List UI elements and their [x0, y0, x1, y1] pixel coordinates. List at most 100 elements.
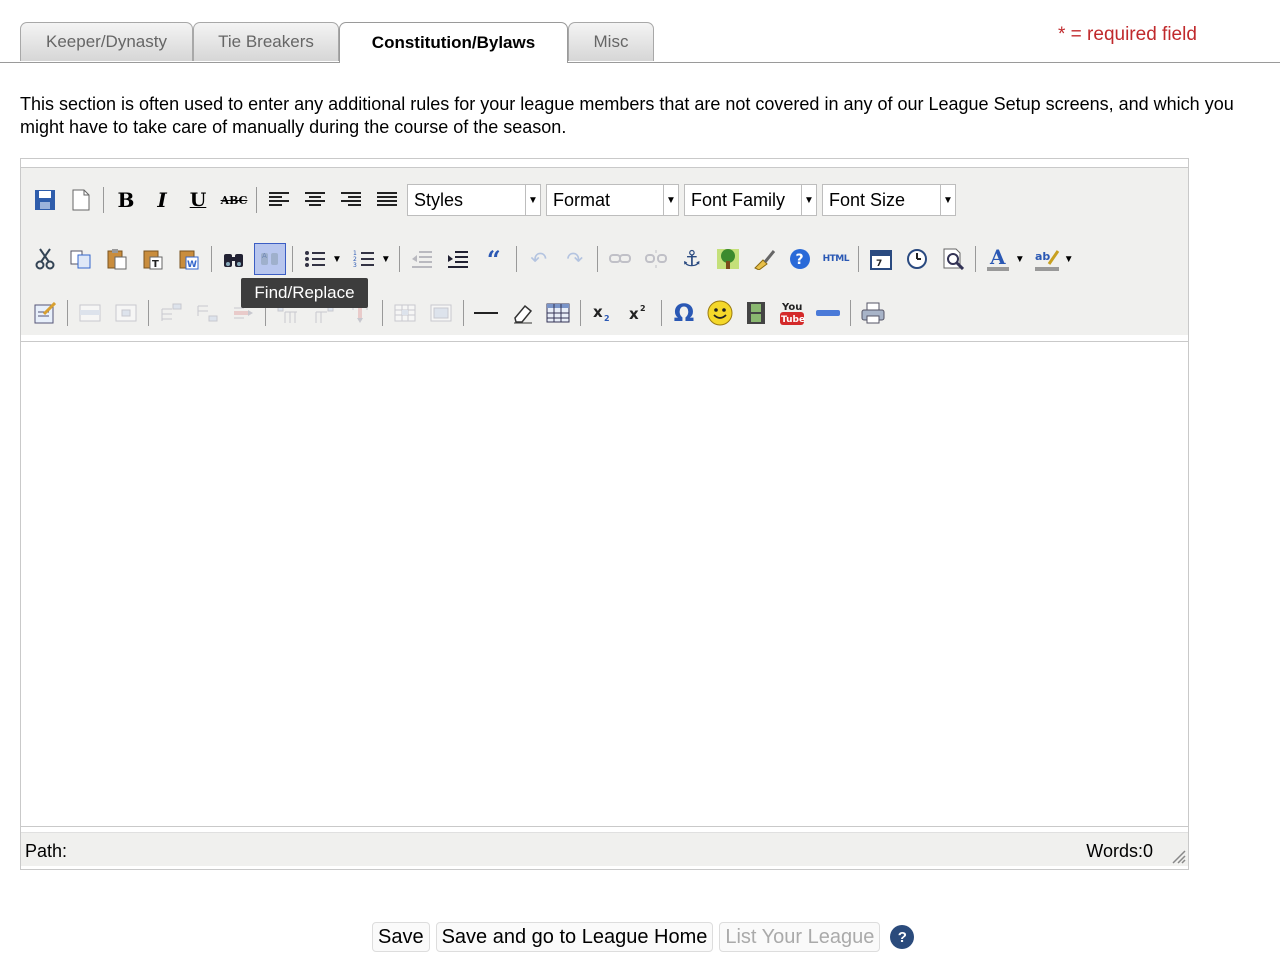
image-icon[interactable] — [712, 243, 744, 275]
tab-misc[interactable]: Misc — [568, 22, 654, 61]
chevron-down-icon[interactable]: ▼ — [332, 254, 342, 265]
align-left-icon[interactable] — [263, 184, 295, 216]
horizontal-rule-icon[interactable] — [470, 297, 502, 329]
toolbar-separator — [256, 187, 257, 213]
chevron-down-icon[interactable]: ▼ — [1015, 254, 1025, 265]
media-film-icon[interactable] — [740, 297, 772, 329]
font-size-select-label: Font Size — [829, 189, 906, 210]
editor-statusbar: Path: Words:0 — [21, 832, 1188, 866]
list-your-league-button[interactable]: List Your League — [719, 922, 881, 952]
find-replace-tooltip: Find/Replace — [241, 278, 368, 308]
tab-tie-breakers[interactable]: Tie Breakers — [193, 22, 339, 61]
chevron-down-icon: ▼ — [940, 185, 955, 215]
strikethrough-icon[interactable]: ABC — [218, 184, 250, 216]
font-family-select-label: Font Family — [691, 189, 786, 210]
chevron-down-icon: ▼ — [801, 185, 816, 215]
numbered-list-icon[interactable]: 123 — [348, 243, 380, 275]
underline-icon[interactable]: U — [182, 184, 214, 216]
preview-icon[interactable] — [937, 243, 969, 275]
svg-text:A: A — [262, 252, 267, 260]
help-icon[interactable]: ? — [890, 925, 915, 949]
insert-time-icon[interactable] — [901, 243, 933, 275]
required-field-note: * = required field — [1058, 24, 1197, 45]
align-right-icon[interactable] — [335, 184, 367, 216]
editor-content-area[interactable] — [21, 341, 1188, 827]
table-row-props-icon[interactable] — [74, 297, 106, 329]
cleanup-brush-icon[interactable] — [748, 243, 780, 275]
emoticon-icon[interactable] — [704, 297, 736, 329]
paste-icon[interactable] — [101, 243, 133, 275]
save-icon[interactable] — [29, 184, 61, 216]
rich-text-editor: B I U ABC Styles ▼ Format ▼ Font Family … — [20, 158, 1189, 870]
redo-icon[interactable]: ↷ — [559, 243, 591, 275]
toolbar-separator — [580, 300, 581, 326]
tab-constitution-bylaws[interactable]: Constitution/Bylaws — [339, 22, 568, 63]
bold-icon[interactable]: B — [110, 184, 142, 216]
paste-word-icon[interactable]: W — [173, 243, 205, 275]
page-break-icon[interactable] — [812, 297, 844, 329]
cut-icon[interactable] — [29, 243, 61, 275]
svg-text:2: 2 — [640, 304, 646, 313]
toolbar-separator — [67, 300, 68, 326]
merge-cells-icon[interactable] — [425, 297, 457, 329]
svg-text:3: 3 — [353, 262, 357, 268]
toolbar-separator — [382, 300, 383, 326]
svg-text:2: 2 — [604, 314, 610, 323]
link-icon[interactable] — [604, 243, 636, 275]
insert-row-before-icon[interactable] — [155, 297, 187, 329]
italic-icon[interactable]: I — [146, 184, 178, 216]
toolbar-separator — [211, 246, 212, 272]
table-cell-props-icon[interactable] — [110, 297, 142, 329]
chevron-down-icon[interactable]: ▼ — [381, 254, 391, 265]
chevron-down-icon: ▼ — [663, 185, 678, 215]
blockquote-icon[interactable]: “ — [478, 243, 510, 275]
copy-icon[interactable] — [65, 243, 97, 275]
superscript-icon[interactable]: x2 — [623, 297, 655, 329]
bullet-list-icon[interactable] — [299, 243, 331, 275]
paste-text-icon[interactable]: T — [137, 243, 169, 275]
tab-keeper-dynasty[interactable]: Keeper/Dynasty — [20, 22, 193, 61]
edit-form-icon[interactable] — [29, 297, 61, 329]
align-justify-icon[interactable] — [371, 184, 403, 216]
new-document-icon[interactable] — [65, 184, 97, 216]
styles-select-label: Styles — [414, 189, 464, 210]
special-character-icon[interactable]: Ω — [668, 297, 700, 329]
editor-toolbar: B I U ABC Styles ▼ Format ▼ Font Family … — [21, 167, 1188, 335]
format-select[interactable]: Format ▼ — [546, 184, 679, 216]
print-icon[interactable] — [857, 297, 889, 329]
unlink-icon[interactable] — [640, 243, 672, 275]
chevron-down-icon[interactable]: ▼ — [1064, 254, 1074, 265]
subscript-icon[interactable]: x2 — [587, 297, 619, 329]
path-label: Path: — [25, 841, 68, 861]
indent-icon[interactable] — [442, 243, 474, 275]
toolbar-separator — [661, 300, 662, 326]
split-cells-icon[interactable] — [389, 297, 421, 329]
align-center-icon[interactable] — [299, 184, 331, 216]
font-size-select[interactable]: Font Size ▼ — [822, 184, 956, 216]
eraser-icon[interactable] — [506, 297, 538, 329]
text-color-icon[interactable]: A — [982, 243, 1014, 275]
toolbar-separator — [398, 246, 400, 272]
svg-text:A: A — [989, 246, 1006, 269]
save-button[interactable]: Save — [372, 922, 430, 952]
styles-select[interactable]: Styles ▼ — [407, 184, 541, 216]
insert-table-icon[interactable] — [542, 297, 574, 329]
find-icon[interactable] — [218, 243, 250, 275]
toolbar-separator — [103, 187, 104, 213]
html-source-icon[interactable]: HTML — [820, 243, 852, 275]
undo-icon[interactable]: ↶ — [523, 243, 555, 275]
toolbar-separator — [596, 246, 598, 272]
highlight-color-icon[interactable]: ab — [1031, 243, 1063, 275]
save-go-home-button[interactable]: Save and go to League Home — [435, 922, 714, 952]
insert-date-icon[interactable]: 7 — [865, 243, 897, 275]
resize-handle-icon[interactable] — [1170, 848, 1186, 864]
font-family-select[interactable]: Font Family ▼ — [684, 184, 817, 216]
anchor-icon[interactable]: ⚓ — [676, 243, 708, 275]
youtube-icon[interactable]: You Tube — [776, 297, 808, 329]
outdent-icon[interactable] — [406, 243, 438, 275]
help-icon[interactable]: ? — [784, 243, 816, 275]
form-actions: Save Save and go to League Home List You… — [372, 922, 915, 952]
insert-row-after-icon[interactable] — [191, 297, 223, 329]
find-replace-icon[interactable]: A — [254, 243, 286, 275]
svg-text:x: x — [593, 303, 603, 321]
